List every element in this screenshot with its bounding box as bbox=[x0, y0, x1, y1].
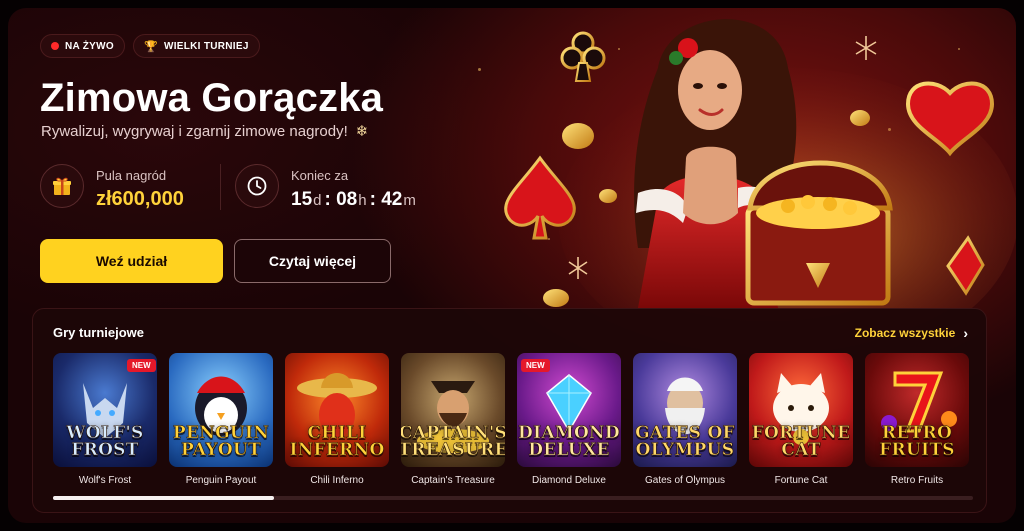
tournament-games-section: Gry turniejowe Zobacz wszystkie › WOLF'S… bbox=[32, 308, 987, 513]
game-logo-line: INFERNO bbox=[289, 440, 385, 460]
game-title: Fortune Cat bbox=[774, 475, 828, 486]
prize-pool-value: zł600,000 bbox=[96, 188, 184, 210]
game-title: Chili Inferno bbox=[310, 475, 364, 486]
game-logo: FORTUNE CAT bbox=[751, 424, 850, 460]
game-logo: CHILI INFERNO bbox=[289, 424, 385, 460]
gift-icon bbox=[40, 164, 84, 208]
game-logo: WOLF'S FROST bbox=[66, 424, 144, 460]
game-title: Penguin Payout bbox=[185, 475, 257, 486]
clock-icon bbox=[235, 164, 279, 208]
game-logo-line: FRUITS bbox=[879, 440, 955, 460]
game-logo-line: DELUXE bbox=[528, 440, 610, 460]
game-thumbnail[interactable]: CHILI INFERNO bbox=[285, 353, 389, 467]
chevron-right-icon: › bbox=[963, 325, 968, 341]
game-logo: DIAMOND DELUXE bbox=[518, 424, 620, 460]
game-logo: CAPTAIN'S TREASURE bbox=[401, 424, 505, 460]
game-thumbnail[interactable]: DIAMOND DELUXE NEW bbox=[517, 353, 621, 467]
see-all-link[interactable]: Zobacz wszystkie › bbox=[855, 325, 968, 341]
snowflake-icon: ❄ bbox=[355, 123, 369, 140]
game-title: Gates of Olympus bbox=[644, 475, 726, 486]
countdown-timer: 15d: 08h: 42m bbox=[291, 189, 416, 210]
game-thumbnail[interactable]: PENGUIN PAYOUT bbox=[169, 353, 273, 467]
tournament-badge: 🏆 WIELKI TURNIEJ bbox=[132, 34, 260, 58]
live-dot-icon bbox=[51, 42, 59, 50]
game-card[interactable]: RETRO FRUITS Retro Fruits bbox=[865, 353, 969, 486]
game-title: Captain's Treasure bbox=[411, 475, 495, 486]
stats-divider bbox=[220, 164, 221, 210]
join-button[interactable]: Weź udział bbox=[40, 239, 223, 283]
carousel-scrollbar-thumb[interactable] bbox=[53, 496, 274, 500]
game-thumbnail[interactable]: FORTUNE CAT bbox=[749, 353, 853, 467]
game-logo: GATES OF OLYMPUS bbox=[635, 424, 735, 460]
game-card[interactable]: GATES OF OLYMPUS Gates of Olympus bbox=[633, 353, 737, 486]
game-card[interactable]: WOLF'S FROST NEW Wolf's Frost bbox=[53, 353, 157, 486]
game-logo-line: FROST bbox=[71, 440, 139, 460]
new-badge: NEW bbox=[127, 359, 156, 372]
game-thumbnail[interactable]: RETRO FRUITS bbox=[865, 353, 969, 467]
page-title: Zimowa Gorączka bbox=[40, 76, 384, 120]
game-card[interactable]: PENGUIN PAYOUT Penguin Payout bbox=[169, 353, 273, 486]
game-thumbnail[interactable]: WOLF'S FROST NEW bbox=[53, 353, 157, 467]
subtitle: Rywalizuj, wygrywaj i zgarnij zimowe nag… bbox=[41, 122, 369, 141]
game-title: Diamond Deluxe bbox=[532, 475, 606, 486]
carousel-scrollbar[interactable] bbox=[53, 496, 973, 500]
game-title: Wolf's Frost bbox=[78, 475, 132, 486]
game-title: Retro Fruits bbox=[890, 475, 944, 486]
new-badge: NEW bbox=[521, 359, 550, 372]
game-logo-line: OLYMPUS bbox=[635, 440, 735, 460]
trophy-icon: 🏆 bbox=[143, 40, 158, 53]
game-card[interactable]: DIAMOND DELUXE NEW Diamond Deluxe bbox=[517, 353, 621, 486]
prize-pool-label: Pula nagród bbox=[96, 168, 167, 183]
read-more-button[interactable]: Czytaj więcej bbox=[234, 239, 391, 283]
tournament-banner: NA ŻYWO 🏆 WIELKI TURNIEJ Zimowa Gorączka… bbox=[8, 8, 1016, 523]
game-logo-line: TREASURE bbox=[401, 440, 505, 460]
game-card[interactable]: CAPTAIN'S TREASURE Captain's Treasure bbox=[401, 353, 505, 486]
live-badge: NA ŻYWO bbox=[40, 34, 125, 58]
game-logo-line: PAYOUT bbox=[180, 440, 262, 460]
game-logo: RETRO FRUITS bbox=[879, 424, 955, 460]
game-logo-line: CAT bbox=[781, 440, 821, 460]
game-logo: PENGUIN PAYOUT bbox=[173, 424, 270, 460]
game-thumbnail[interactable]: CAPTAIN'S TREASURE bbox=[401, 353, 505, 467]
game-card[interactable]: FORTUNE CAT Fortune Cat bbox=[749, 353, 853, 486]
game-card[interactable]: CHILI INFERNO Chili Inferno bbox=[285, 353, 389, 486]
hero-illustration bbox=[504, 19, 1016, 308]
games-section-title: Gry turniejowe bbox=[53, 325, 145, 340]
countdown-label: Koniec za bbox=[291, 168, 349, 183]
game-thumbnail[interactable]: GATES OF OLYMPUS bbox=[633, 353, 737, 467]
